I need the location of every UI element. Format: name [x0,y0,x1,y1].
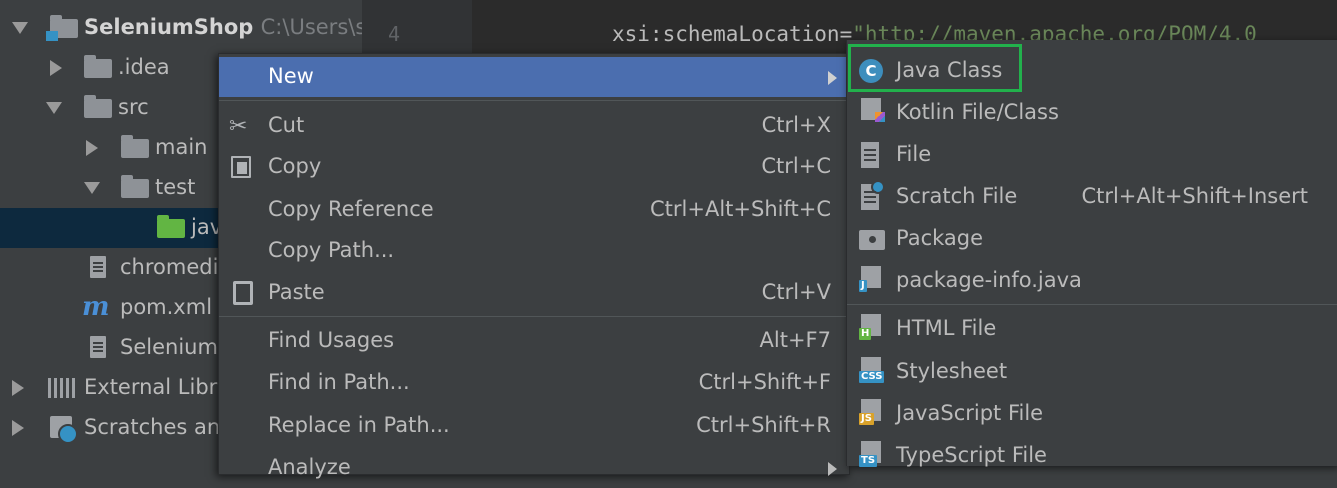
submenu-item-label: HTML File [896,316,997,340]
stylesheet-icon: CSS [859,357,885,383]
package-info-icon: J [859,266,881,292]
tree-item-label: main [155,135,208,159]
expand-arrow-icon[interactable] [46,102,62,114]
scissors-icon: ✂ [229,114,248,139]
menu-item-copy-path[interactable]: Copy Path... [219,231,849,271]
menu-item-label: Copy [268,154,322,178]
submenu-item-file[interactable]: File [847,135,1337,175]
tree-item-label: chromedi [120,255,219,279]
folder-icon [121,175,149,198]
test-folder-icon [157,215,185,238]
menu-separator [219,100,849,101]
menu-item-label: Analyze [268,455,351,479]
menu-item-shortcut: Ctrl+Shift+F [698,370,831,394]
tree-item-label: .idea [118,55,170,79]
tree-item-label: Selenium [120,335,218,359]
tree-item-label: src [118,95,149,119]
submenu-item-html-file[interactable]: H HTML File [847,309,1337,349]
menu-item-shortcut: Alt+F7 [759,328,831,352]
xml-attribute: xsi:schemaLocation= [612,22,853,46]
menu-item-shortcut: Ctrl+Alt+Shift+C [650,197,831,221]
submenu-item-label: Package [896,226,984,250]
menu-item-label: Copy Path... [268,238,395,262]
scratches-icon [50,416,78,444]
copy-icon [231,156,251,178]
submenu-item-label: File [896,142,932,166]
menu-item-shortcut: Ctrl+V [761,280,831,304]
submenu-item-label: Scratch File [896,184,1018,208]
tree-item-label: External Libra [84,375,231,399]
javascript-file-icon: JS [859,399,881,425]
menu-item-copy[interactable]: Copy Ctrl+C [219,147,849,187]
menu-item-shortcut: Ctrl+X [761,113,831,137]
submenu-item-label: JavaScript File [896,401,1044,425]
submenu-item-javascript-file[interactable]: JS JavaScript File [847,394,1337,434]
expand-arrow-icon[interactable] [84,182,100,194]
line-number: 4 [388,22,401,46]
menu-item-analyze[interactable]: Analyze [219,448,849,488]
expand-arrow-icon[interactable] [12,22,28,34]
submenu-item-label: Kotlin File/Class [896,100,1059,124]
submenu-item-scratch-file[interactable]: Scratch File Ctrl+Alt+Shift+Insert [847,177,1337,217]
tree-item-label: SeleniumShop [84,15,254,39]
menu-item-label: Paste [268,280,325,304]
menu-item-label: Find in Path... [268,370,410,394]
file-icon [90,256,106,278]
menu-item-paste[interactable]: Paste Ctrl+V [219,273,849,313]
menu-item-find-in-path[interactable]: Find in Path... Ctrl+Shift+F [219,363,849,403]
submenu-item-typescript-file[interactable]: TS TypeScript File [847,436,1337,476]
submenu-item-package[interactable]: Package [847,219,1337,259]
clipboard-icon [233,281,253,305]
html-file-icon: H [859,314,881,340]
collapse-arrow-icon[interactable] [86,140,98,156]
tree-item-label: pom.xml [120,295,213,319]
package-icon [859,230,885,250]
collapse-arrow-icon[interactable] [12,420,24,436]
folder-icon [84,95,112,118]
tree-item-label: Scratches an [84,415,221,439]
submenu-item-kotlin[interactable]: Kotlin File/Class [847,93,1337,133]
menu-item-label: Copy Reference [268,197,434,221]
new-submenu: C Java Class Kotlin File/Class File Scra… [846,40,1337,467]
submenu-item-package-info[interactable]: J package-info.java [847,261,1337,301]
module-folder-icon [46,15,78,41]
menu-item-label: Cut [268,113,305,137]
context-menu: New ✂ Cut Ctrl+X Copy Ctrl+C Copy Refere… [218,53,850,479]
menu-item-label: New [268,64,314,88]
menu-item-label: Replace in Path... [268,413,450,437]
typescript-file-icon: TS [859,441,881,467]
menu-item-label: Find Usages [268,328,395,352]
submenu-arrow-icon [828,462,837,476]
menu-item-cut[interactable]: ✂ Cut Ctrl+X [219,106,849,146]
menu-item-copy-reference[interactable]: Copy Reference Ctrl+Alt+Shift+C [219,190,849,230]
menu-separator [219,316,849,317]
tree-item-seleniumshop[interactable]: SeleniumShop C:\Users\s [0,8,366,48]
folder-icon [121,135,149,158]
submenu-item-label: package-info.java [896,268,1082,292]
tree-item-label: test [155,175,196,199]
module-file-icon [90,336,106,358]
maven-icon: m [82,292,110,322]
submenu-arrow-icon [828,71,837,85]
submenu-item-shortcut: Ctrl+Alt+Shift+Insert [1081,184,1308,208]
module-path: C:\Users\s [260,15,367,39]
submenu-item-label: Stylesheet [896,359,1008,383]
scratch-file-icon [861,180,885,210]
menu-item-shortcut: Ctrl+Shift+R [696,413,831,437]
editor-gutter [362,0,472,60]
menu-item-replace-in-path[interactable]: Replace in Path... Ctrl+Shift+R [219,406,849,446]
menu-item-shortcut: Ctrl+C [761,154,831,178]
highlight-callout-box [848,44,1022,92]
libraries-icon [48,378,76,398]
submenu-item-label: TypeScript File [896,443,1047,467]
menu-separator [847,304,1337,305]
folder-icon [84,55,112,78]
collapse-arrow-icon[interactable] [50,60,62,76]
collapse-arrow-icon[interactable] [12,380,24,396]
kotlin-file-icon [861,98,885,122]
menu-item-find-usages[interactable]: Find Usages Alt+F7 [219,321,849,361]
menu-item-new[interactable]: New [219,57,849,97]
submenu-item-stylesheet[interactable]: CSS Stylesheet [847,352,1337,392]
file-icon [861,142,879,168]
